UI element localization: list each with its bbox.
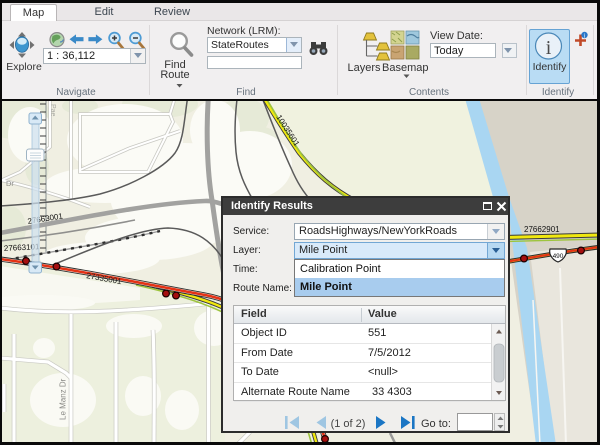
svg-text:Pae: Pae	[49, 104, 56, 117]
svg-text:Dr: Dr	[6, 179, 14, 188]
svg-text:Le Manz Dr: Le Manz Dr	[59, 378, 68, 420]
svg-text:(1 of 2): (1 of 2)	[331, 418, 366, 430]
svg-text:i: i	[546, 37, 552, 59]
svg-text:Go to:: Go to:	[421, 418, 451, 430]
svg-text:27662901: 27662901	[524, 225, 560, 234]
svg-text:490: 490	[553, 253, 564, 260]
